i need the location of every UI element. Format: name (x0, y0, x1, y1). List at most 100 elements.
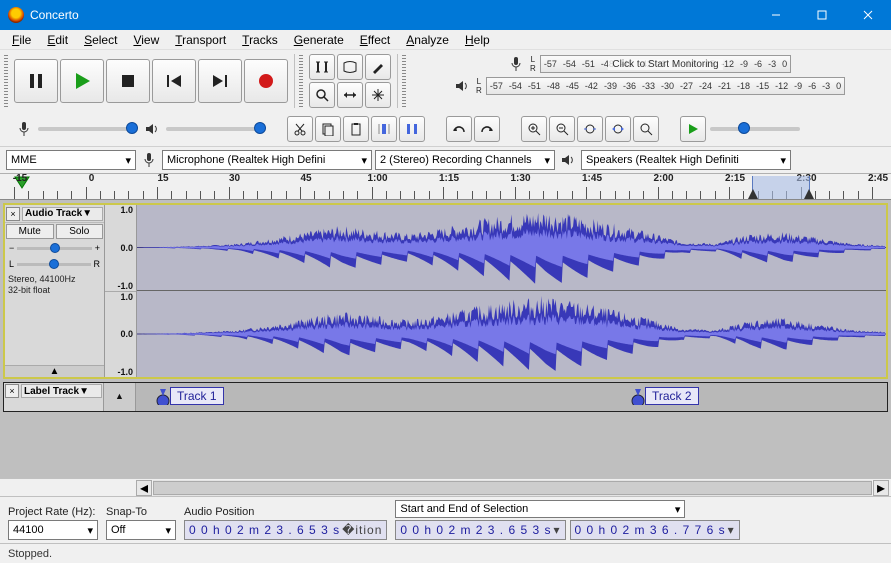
recording-volume-slider[interactable] (38, 127, 138, 131)
undo-button[interactable] (446, 116, 472, 142)
recording-device-combo[interactable]: Microphone (Realtek High Defini▾ (162, 150, 372, 170)
device-toolbar: MME▾ Microphone (Realtek High Defini▾ 2 … (0, 146, 891, 173)
play-at-speed-button[interactable] (680, 116, 706, 142)
project-rate-combo[interactable]: 44100▾ (8, 520, 98, 540)
mic-icon[interactable] (506, 54, 526, 74)
record-button[interactable] (244, 59, 288, 103)
multi-tool[interactable] (365, 82, 391, 108)
mute-button[interactable]: Mute (6, 224, 54, 239)
label-track-collapse[interactable]: ▲ (104, 383, 136, 411)
status-text: Stopped. (8, 548, 52, 560)
statusbar: Stopped. (0, 543, 891, 563)
speaker-icon-2 (558, 150, 578, 170)
selection-tool[interactable] (309, 54, 335, 80)
fit-selection-button[interactable] (577, 116, 603, 142)
label-track-name-dropdown[interactable]: Label Track▼ (21, 384, 102, 398)
menu-help[interactable]: Help (457, 31, 498, 49)
menu-view[interactable]: View (125, 31, 167, 49)
recording-meter[interactable]: -57-54-51-48-45-42-3 Click to Start Moni… (540, 55, 791, 73)
titlebar: Concerto (0, 0, 891, 30)
zoom-toggle-button[interactable] (633, 116, 659, 142)
snap-to-label: Snap-To (106, 506, 176, 518)
zoom-in-button[interactable] (521, 116, 547, 142)
menu-edit[interactable]: Edit (39, 31, 76, 49)
play-vol-icon (142, 119, 162, 139)
menu-select[interactable]: Select (76, 31, 125, 49)
window-title: Concerto (30, 8, 753, 22)
app-icon (8, 7, 24, 23)
silence-button[interactable] (399, 116, 425, 142)
draw-tool[interactable] (365, 54, 391, 80)
playback-speed-slider[interactable] (710, 127, 800, 131)
skip-end-button[interactable] (198, 59, 242, 103)
audio-position-label: Audio Position (184, 506, 387, 518)
minimize-button[interactable] (753, 0, 799, 30)
pan-slider[interactable]: LR (5, 256, 104, 272)
zoom-tool[interactable] (309, 82, 335, 108)
playback-volume-slider[interactable] (166, 127, 266, 131)
redo-button[interactable] (474, 116, 500, 142)
monitor-text: Click to Start Monitoring (608, 59, 722, 70)
rec-vol-icon (14, 119, 34, 139)
timeline-ruler[interactable]: -1501530451:001:151:301:452:002:152:302:… (0, 174, 891, 200)
selection-start-display[interactable]: 0 0 h 0 2 m 2 3 . 6 5 3 s▾ (395, 520, 565, 540)
fit-project-button[interactable] (605, 116, 631, 142)
scroll-left-button[interactable]: ◂ (136, 480, 152, 496)
label-marker-1[interactable]: Track 2 (631, 387, 699, 405)
stop-button[interactable] (106, 59, 150, 103)
menu-file[interactable]: File (4, 31, 39, 49)
amplitude-scale: 1.00.0-1.0 1.00.0-1.0 (105, 205, 137, 377)
menu-tracks[interactable]: Tracks (234, 31, 286, 49)
selection-mode-combo[interactable]: Start and End of Selection▾ (395, 500, 685, 518)
label-track: × Label Track▼ ▲ Track 1 Track 2 (3, 382, 888, 412)
label-track-close-button[interactable]: × (5, 384, 19, 398)
menu-effect[interactable]: Effect (352, 31, 398, 49)
menu-generate[interactable]: Generate (286, 31, 352, 49)
project-rate-label: Project Rate (Hz): (8, 506, 98, 518)
trim-button[interactable] (371, 116, 397, 142)
playback-meter[interactable]: -57-54-51-48-45-42-39-36-33-30-27-24-21-… (486, 77, 845, 95)
audio-host-combo[interactable]: MME▾ (6, 150, 136, 170)
horizontal-scrollbar[interactable]: ◂ ▸ (0, 478, 891, 496)
audio-track-header: × Audio Track▼ Mute Solo −+ LR Stereo, 4… (5, 205, 105, 377)
solo-button[interactable]: Solo (56, 224, 104, 239)
ruler-selection (752, 176, 810, 199)
label-marker-0[interactable]: Track 1 (156, 387, 224, 405)
waveform-area[interactable] (137, 205, 886, 377)
mic-icon-2 (139, 150, 159, 170)
close-button[interactable] (845, 0, 891, 30)
copy-button[interactable] (315, 116, 341, 142)
paste-button[interactable] (343, 116, 369, 142)
zoom-out-button[interactable] (549, 116, 575, 142)
audio-track: × Audio Track▼ Mute Solo −+ LR Stereo, 4… (3, 203, 888, 379)
cut-button[interactable] (287, 116, 313, 142)
menu-analyze[interactable]: Analyze (398, 31, 457, 49)
playback-device-combo[interactable]: Speakers (Realtek High Definiti▾ (581, 150, 791, 170)
maximize-button[interactable] (799, 0, 845, 30)
skip-start-button[interactable] (152, 59, 196, 103)
selection-toolbar: Project Rate (Hz): 44100▾ Snap-To Off▾ A… (0, 496, 891, 543)
toolbars: LR -57-54-51-48-45-42-3 Click to Start M… (0, 50, 891, 174)
audio-position-display[interactable]: 0 0 h 0 2 m 2 3 . 6 5 3 s�ition (184, 520, 387, 540)
track-name-dropdown[interactable]: Audio Track▼ (22, 207, 103, 221)
scroll-right-button[interactable]: ▸ (873, 480, 889, 496)
timeshift-tool[interactable] (337, 82, 363, 108)
edit-toolbar (285, 114, 427, 144)
snap-to-combo[interactable]: Off▾ (106, 520, 176, 540)
label-track-body[interactable]: Track 1 Track 2 (136, 383, 887, 411)
play-button[interactable] (60, 59, 104, 103)
speaker-icon[interactable] (452, 76, 472, 96)
track-collapse-button[interactable]: ▲ (5, 365, 104, 377)
track-close-button[interactable]: × (6, 207, 20, 221)
pause-button[interactable] (14, 59, 58, 103)
menubar: FileEditSelectViewTransportTracksGenerat… (0, 30, 891, 50)
tools-toolbar (307, 52, 393, 110)
gain-slider[interactable]: −+ (5, 240, 104, 256)
envelope-tool[interactable] (337, 54, 363, 80)
menu-transport[interactable]: Transport (167, 31, 234, 49)
selection-end-display[interactable]: 0 0 h 0 2 m 3 6 . 7 7 6 s▾ (570, 520, 740, 540)
tracks-area: × Audio Track▼ Mute Solo −+ LR Stereo, 4… (0, 200, 891, 478)
mixer-toolbar (12, 117, 268, 141)
transport-toolbar (12, 52, 290, 110)
recording-channels-combo[interactable]: 2 (Stereo) Recording Channels▾ (375, 150, 555, 170)
